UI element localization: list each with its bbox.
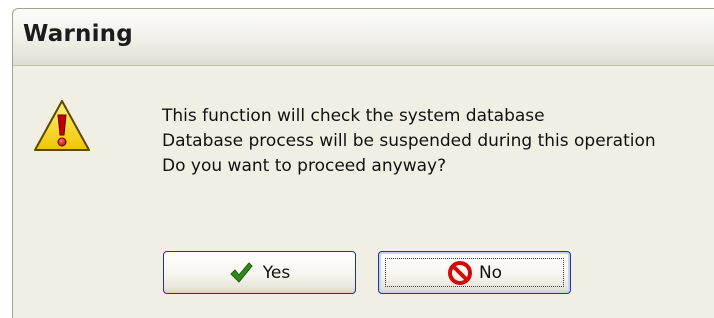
message-line: This function will check the system data… [162,106,545,126]
message-line: Database process will be suspended durin… [162,131,656,151]
prohibited-icon [447,260,472,285]
no-button[interactable]: No [378,251,571,294]
checkmark-icon [230,261,253,283]
dialog-title: Warning [23,21,133,47]
no-button-label: No [478,262,503,283]
message-line: Do you want to proceed anyway? [162,156,447,176]
yes-button-label: Yes [262,262,291,283]
yes-button[interactable]: Yes [163,251,356,294]
warning-triangle-icon [34,100,90,151]
title-bar[interactable]: Warning [13,9,714,66]
focus-ring [385,258,564,287]
dialog-message: This function will check the system data… [162,104,656,179]
warning-dialog: Warning This function will check the sys… [12,8,714,318]
